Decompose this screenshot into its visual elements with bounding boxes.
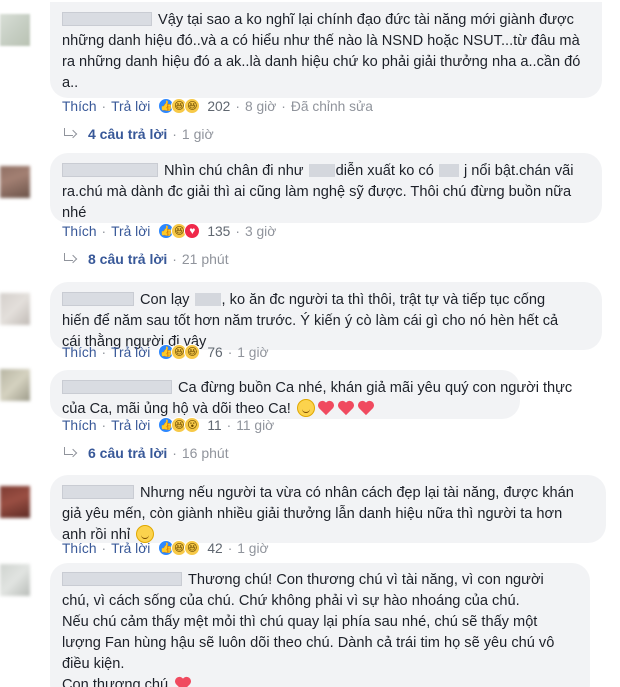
view-replies-link[interactable]: 4 câu trả lời · 1 giờ <box>62 126 214 142</box>
haha-reaction-icon: 😆 <box>184 344 201 360</box>
commenter-name-redacted[interactable] <box>62 163 158 177</box>
view-replies-link[interactable]: 6 câu trả lời · 16 phút <box>62 445 229 461</box>
avatar[interactable] <box>0 14 30 46</box>
avatar[interactable] <box>0 369 30 401</box>
comment-bubble: Nhưng nếu người ta vừa có nhân cách đẹp … <box>50 475 606 543</box>
reaction-icons[interactable]: 👍 😆 😮 <box>158 417 201 433</box>
edited-label[interactable]: Đã chỉnh sửa <box>291 99 373 114</box>
reply-button[interactable]: Trả lời <box>111 541 150 556</box>
avatar[interactable] <box>0 564 30 596</box>
reaction-icons[interactable]: 👍 😆 😆 <box>158 344 201 360</box>
reply-button[interactable]: Trả lời <box>111 418 150 433</box>
reaction-icons[interactable]: 👍 😆 😆 <box>158 540 201 556</box>
reaction-count[interactable]: 11 <box>207 418 221 433</box>
comment-bubble: Con lạy , ko ăn đc người ta thì thôi, tr… <box>50 282 602 350</box>
like-button[interactable]: Thích <box>62 99 97 114</box>
redacted-word <box>308 164 335 177</box>
heart-icon <box>337 400 354 416</box>
comment-actions: Thích · Trả lời 👍 😆 😆 42 · 1 giờ <box>62 540 269 556</box>
comment-actions: Thích · Trả lời 👍 😆 ♥ 135 · 3 giờ <box>62 223 277 239</box>
smile-emoji-icon <box>296 399 315 417</box>
comment-actions: Thích · Trả lời 👍 😆 😮 11 · 11 giờ <box>62 417 275 433</box>
reaction-count[interactable]: 42 <box>207 541 222 556</box>
reaction-icons[interactable]: 👍 😆 😆 <box>158 98 201 114</box>
reaction-count[interactable]: 202 <box>207 99 230 114</box>
reply-button[interactable]: Trả lời <box>111 224 150 239</box>
comment-time[interactable]: 8 giờ <box>245 99 276 114</box>
reply-button[interactable]: Trả lời <box>111 345 150 360</box>
view-replies-link[interactable]: 8 câu trả lời · 21 phút <box>62 251 229 267</box>
comment-time[interactable]: 1 giờ <box>237 541 268 556</box>
wow-reaction-icon: 😮 <box>184 417 201 433</box>
like-button[interactable]: Thích <box>62 418 97 433</box>
comment-time[interactable]: 1 giờ <box>237 345 268 360</box>
commenter-name-redacted[interactable] <box>62 485 134 499</box>
comment-time[interactable]: 11 giờ <box>236 418 274 433</box>
redacted-word <box>438 164 459 177</box>
avatar[interactable] <box>0 293 30 325</box>
like-button[interactable]: Thích <box>62 345 97 360</box>
commenter-name-redacted[interactable] <box>62 572 182 586</box>
reaction-count[interactable]: 76 <box>207 345 222 360</box>
reply-arrow-icon <box>62 447 76 459</box>
comment-actions: Thích · Trả lời 👍 😆 😆 202 · 8 giờ · Đã c… <box>62 98 373 114</box>
reaction-count[interactable]: 135 <box>207 224 230 239</box>
love-reaction-icon: ♥ <box>184 223 201 239</box>
comment-bubble: Thương chú! Con thương chú vì tài năng, … <box>50 563 590 687</box>
haha-reaction-icon: 😆 <box>184 540 201 556</box>
haha-reaction-icon: 😆 <box>184 98 201 114</box>
comment-bubble: Ca đừng buồn Ca nhé, khán giả mãi yêu qu… <box>50 370 572 419</box>
like-button[interactable]: Thích <box>62 541 97 556</box>
reply-arrow-icon <box>62 128 76 140</box>
commenter-name-redacted[interactable] <box>62 380 172 394</box>
comment-time[interactable]: 3 giờ <box>245 224 276 239</box>
comment-actions: Thích · Trả lời 👍 😆 😆 76 · 1 giờ <box>62 344 269 360</box>
avatar[interactable] <box>0 486 30 518</box>
like-button[interactable]: Thích <box>62 224 97 239</box>
heart-icon <box>175 676 192 687</box>
comment-bubble: Nhìn chú chân đi như diễn xuất ko có j n… <box>50 153 602 223</box>
reaction-icons[interactable]: 👍 😆 ♥ <box>158 223 201 239</box>
reply-arrow-icon <box>62 253 76 265</box>
redacted-word <box>194 293 221 306</box>
comment-bubble: Vậy tại sao a ko nghĩ lại chính đạo đức … <box>50 2 602 98</box>
heart-icon <box>357 400 374 416</box>
reply-button[interactable]: Trả lời <box>111 99 150 114</box>
commenter-name-redacted[interactable] <box>62 12 152 26</box>
heart-icon <box>317 400 334 416</box>
avatar[interactable] <box>0 166 30 198</box>
commenter-name-redacted[interactable] <box>62 292 134 306</box>
